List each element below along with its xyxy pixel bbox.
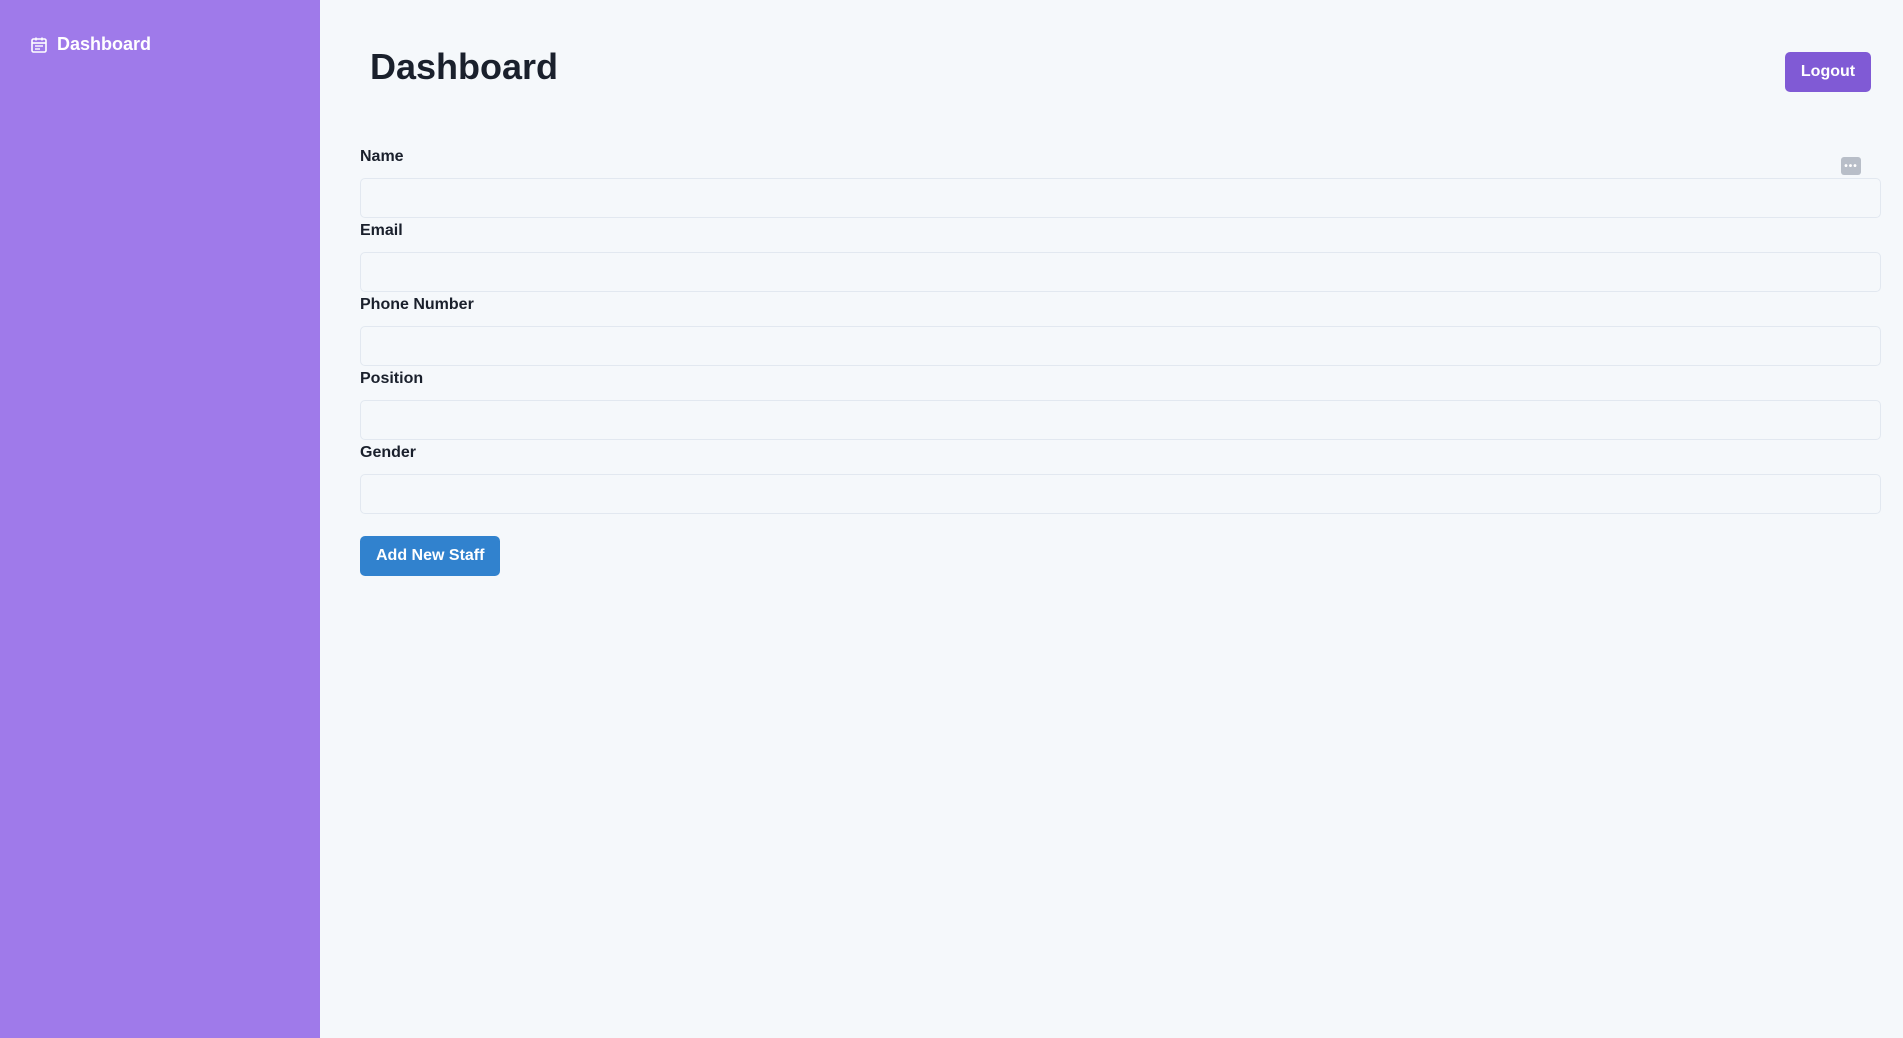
gender-input[interactable] [360,474,1881,514]
main-content: Dashboard Logout Name ••• Email Phone Nu… [320,0,1903,1038]
name-input[interactable] [360,178,1881,218]
logout-button[interactable]: Logout [1785,52,1871,92]
page-title: Dashboard [370,46,559,87]
email-field-group: Email [360,220,1881,292]
gender-label: Gender [360,444,417,461]
position-input[interactable] [360,400,1881,440]
email-label: Email [360,222,403,239]
name-field-group: Name ••• [360,146,1881,218]
autofill-icon[interactable]: ••• [1841,157,1861,175]
sidebar-item-label: Dashboard [57,34,152,54]
add-staff-form: Name ••• Email Phone Number Position Gen… [360,146,1881,576]
sidebar: Dashboard [0,0,320,1038]
position-field-group: Position [360,368,1881,440]
email-input[interactable] [360,252,1881,292]
header: Dashboard Logout [360,0,1881,138]
calendar-icon [29,35,49,55]
add-new-staff-button[interactable]: Add New Staff [360,536,501,576]
app-root: Dashboard Dashboard Logout Name ••• Emai… [0,0,1903,1038]
phone-number-input[interactable] [360,326,1881,366]
name-label: Name [360,148,404,165]
sidebar-item-dashboard[interactable]: Dashboard [29,34,320,55]
position-label: Position [360,370,424,387]
phone-number-label: Phone Number [360,296,474,313]
gender-field-group: Gender [360,442,1881,514]
phone-field-group: Phone Number [360,294,1881,366]
